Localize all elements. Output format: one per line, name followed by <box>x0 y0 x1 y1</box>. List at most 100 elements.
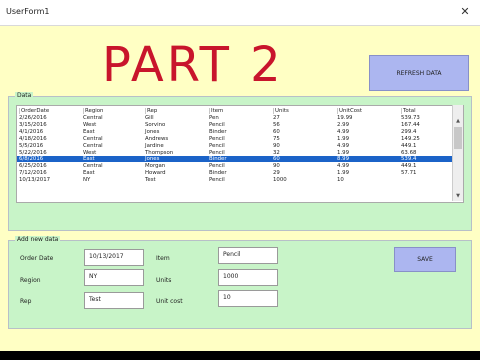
item-field[interactable]: Pencil <box>218 247 278 264</box>
add-new-data-frame-label: Add new data <box>15 236 61 243</box>
table-cell: Pen <box>209 115 219 121</box>
table-cell: 539.73 <box>401 115 420 121</box>
table-cell: 29 <box>273 170 280 177</box>
save-button[interactable]: SAVE <box>394 247 456 272</box>
scroll-up-arrow-icon[interactable]: ▲ <box>453 117 463 125</box>
table-cell: 4/18/2016 <box>19 135 47 142</box>
table-cell: 32 <box>273 149 280 156</box>
column-header: OrderDate <box>19 108 50 114</box>
units-label: Units <box>156 277 172 284</box>
title-bar: UserForm1 ✕ <box>0 0 480 26</box>
table-cell: Pencil <box>209 177 225 184</box>
table-cell: Binder <box>209 170 227 177</box>
table-cell: 449.1 <box>401 163 417 170</box>
table-row[interactable]: 10/13/2017 NY Test Pencil 1000 10 <box>17 177 453 183</box>
table-cell: 4.99 <box>337 128 350 135</box>
orders-listbox[interactable]: OrderDate Region Rep Item Units UnitCost… <box>16 105 464 203</box>
table-cell: 539.4 <box>401 156 417 163</box>
table-cell: Andrews <box>145 135 169 142</box>
table-cell: Gill <box>145 115 154 121</box>
table-cell: Pencil <box>209 142 225 149</box>
unit-cost-label: Unit cost <box>156 298 183 305</box>
table-cell: Central <box>83 142 103 149</box>
table-cell: 90 <box>273 142 280 149</box>
table-row[interactable]: 6/25/2016 Central Morgan Pencil 90 4.99 449.1 <box>17 163 453 169</box>
column-header: Units <box>273 108 289 114</box>
table-cell: Thompson <box>145 149 174 156</box>
userform-window: UserForm1 ✕ PART 2 REFRESH DATA Data Ord… <box>0 0 480 351</box>
table-cell: 7/12/2016 <box>19 170 47 177</box>
table-cell: 5/5/2016 <box>19 142 44 149</box>
column-header: Rep <box>145 108 158 114</box>
table-cell: 56 <box>273 121 280 128</box>
region-field[interactable]: NY <box>84 269 144 286</box>
table-row[interactable]: 2/26/2016 Central Gill Pen 27 19.99 539.73 <box>17 115 453 121</box>
table-cell: 27 <box>273 115 280 121</box>
table-cell: 63.68 <box>401 149 417 156</box>
table-row[interactable]: 6/8/2016 East Jones Binder 60 8.99 539.4 <box>17 156 453 163</box>
table-cell: 10/13/2017 <box>19 177 51 184</box>
refresh-data-button[interactable]: REFRESH DATA <box>369 55 469 91</box>
table-cell: Central <box>83 115 103 121</box>
table-row[interactable]: 7/12/2016 East Howard Binder 29 1.99 57.71 <box>17 170 453 176</box>
table-cell: 57.71 <box>401 170 417 177</box>
table-cell: 19.99 <box>337 115 353 121</box>
table-row[interactable]: 5/5/2016 Central Jardine Pencil 90 4.99 449.1 <box>17 143 453 149</box>
table-cell: Binder <box>209 156 227 163</box>
table-cell: Sorvino <box>145 121 166 128</box>
table-row[interactable]: 4/1/2016 East Jones Binder 60 4.99 299.4 <box>17 129 453 135</box>
table-cell: Jones <box>145 156 160 163</box>
list-header: OrderDate Region Rep Item Units UnitCost… <box>17 108 453 114</box>
table-cell: 60 <box>273 156 280 163</box>
table-cell: 1.99 <box>337 135 350 142</box>
close-icon[interactable]: ✕ <box>458 5 472 19</box>
rep-field[interactable]: Test <box>84 292 144 309</box>
table-cell: 8.99 <box>337 156 350 163</box>
item-label: Item <box>156 255 170 262</box>
table-cell: East <box>83 170 95 177</box>
table-cell: Pencil <box>209 135 225 142</box>
table-cell: Pencil <box>209 121 225 128</box>
table-cell: 1.99 <box>337 149 350 156</box>
unit-cost-field[interactable]: 10 <box>218 290 278 307</box>
order-date-label: Order Date <box>20 255 54 262</box>
table-cell: West <box>83 149 97 156</box>
table-cell: Jones <box>145 128 160 135</box>
table-cell: 167.44 <box>401 121 420 128</box>
table-cell: 449.1 <box>401 142 417 149</box>
table-cell: 4.99 <box>337 163 350 170</box>
table-cell: 6/25/2016 <box>19 163 47 170</box>
table-cell: 10 <box>337 177 344 184</box>
scroll-down-arrow-icon[interactable]: ▼ <box>453 192 463 200</box>
table-cell: Morgan <box>145 163 166 170</box>
column-header: UnitCost <box>337 108 362 114</box>
table-cell: 4.99 <box>337 142 350 149</box>
region-label: Region <box>20 277 41 284</box>
table-cell: East <box>83 156 95 163</box>
table-cell: Pencil <box>209 163 225 170</box>
window-title: UserForm1 <box>6 7 50 16</box>
table-cell: 60 <box>273 128 280 135</box>
order-date-field[interactable]: 10/13/2017 <box>84 249 144 266</box>
rep-label: Rep <box>20 298 32 305</box>
scroll-thumb[interactable] <box>454 127 462 149</box>
table-cell: 90 <box>273 163 280 170</box>
list-scrollbar[interactable]: ▲ ▼ <box>452 105 463 201</box>
part-overlay-text: PART 2 <box>102 37 284 93</box>
table-cell: Jardine <box>145 142 164 149</box>
table-cell: Central <box>83 163 103 170</box>
column-header: Item <box>209 108 224 114</box>
table-cell: Central <box>83 135 103 142</box>
data-frame-label: Data <box>15 92 34 99</box>
table-cell: 299.4 <box>401 128 417 135</box>
table-cell: 75 <box>273 135 280 142</box>
table-cell: Pencil <box>209 149 225 156</box>
units-field[interactable]: 1000 <box>218 269 278 286</box>
table-row[interactable]: 4/18/2016 Central Andrews Pencil 75 1.99 149.2… <box>17 136 453 142</box>
table-cell: Binder <box>209 128 227 135</box>
table-cell: East <box>83 128 95 135</box>
column-header: Region <box>83 108 104 114</box>
table-cell: NY <box>83 177 91 184</box>
table-row[interactable]: 3/15/2016 West Sorvino Pencil 56 2.99 167.44 <box>17 122 453 128</box>
table-row[interactable]: 5/22/2016 West Thompson Pencil 32 1.99 63.68 <box>17 150 453 156</box>
